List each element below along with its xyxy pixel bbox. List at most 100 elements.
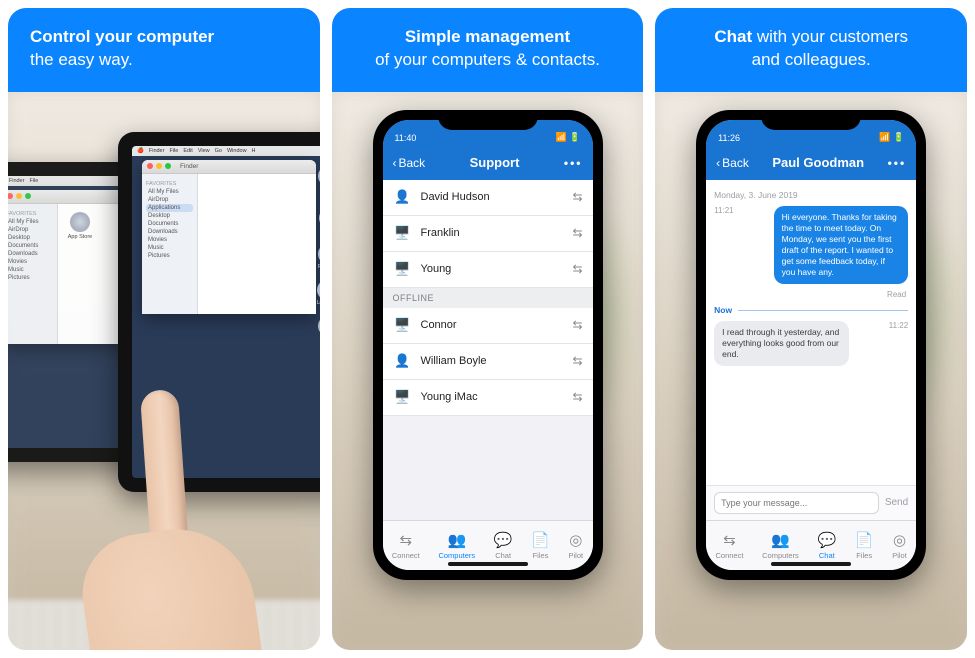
tab-computers[interactable]: 👥Computers <box>762 531 799 560</box>
read-receipt: Read <box>714 290 906 299</box>
banner-1-strong: Control your computer <box>30 27 214 46</box>
in-time: 11:22 <box>889 321 908 330</box>
status-time: 11:40 <box>395 133 417 143</box>
list-item[interactable]: 👤 David Hudson ⇆ <box>383 180 593 216</box>
offline-header: OFFLINE <box>383 288 593 308</box>
navbar-title: Support <box>470 155 520 170</box>
list-item[interactable]: 🖥️ Young iMac ⇆ <box>383 380 593 416</box>
home-indicator <box>448 562 528 566</box>
tab-files[interactable]: 📄Files <box>855 531 874 560</box>
list-item[interactable]: 🖥️ Connor ⇆ <box>383 308 593 344</box>
minimize-icon <box>16 193 22 199</box>
connect-icon[interactable]: ⇆ <box>572 354 582 368</box>
back-button[interactable]: ‹ Back <box>393 156 426 170</box>
connect-icon: ⇆ <box>400 531 413 549</box>
connect-icon[interactable]: ⇆ <box>572 318 582 332</box>
message-input[interactable] <box>714 492 879 514</box>
finder-sidebar: FAVORITES All My Files AirDrop Desktop D… <box>8 204 58 344</box>
chat-area[interactable]: Monday, 3. June 2019 11:21 Hi everyone. … <box>706 180 916 485</box>
pilot-icon: ◎ <box>893 531 906 549</box>
list-item[interactable]: 🖥️ Young ⇆ <box>383 252 593 288</box>
panel-chat: Chat with your customers and colleagues.… <box>655 8 967 650</box>
phone-mock-2: 11:40 📶 🔋 ‹ Back Support ••• 👤 David Hud… <box>373 110 603 580</box>
monitor-icon: 🖥️ <box>393 223 413 243</box>
dock-column: App Store Chess FaceTime Launchpad Photo… <box>318 166 320 458</box>
navbar-title: Paul Goodman <box>772 155 864 170</box>
monitor-icon: 🖥️ <box>393 387 413 407</box>
panel-management: Simple management of your computers & co… <box>332 8 644 650</box>
now-divider: Now <box>714 305 908 315</box>
files-icon: 📄 <box>531 531 550 549</box>
back-button[interactable]: ‹ Back <box>716 156 749 170</box>
connect-icon[interactable]: ⇆ <box>572 226 582 240</box>
contacts-list: 👤 David Hudson ⇆ 🖥️ Franklin ⇆ 🖥️ Young … <box>383 180 593 520</box>
banner-2: Simple management of your computers & co… <box>332 8 644 92</box>
notch <box>438 110 538 130</box>
panel-control: Control your computer the easy way. 🍎 Fi… <box>8 8 320 650</box>
chevron-left-icon: ‹ <box>716 156 720 170</box>
connect-icon: ⇆ <box>723 531 736 549</box>
files-icon: 📄 <box>855 531 874 549</box>
navbar: ‹ Back Paul Goodman ••• <box>706 146 916 180</box>
composer: Send <box>706 485 916 520</box>
menubar-front: 🍎 Finder File Edit View Go Window H <box>132 146 320 156</box>
tab-pilot[interactable]: ◎Pilot <box>569 531 584 560</box>
status-icons: 📶 🔋 <box>879 132 904 143</box>
banner-1: Control your computer the easy way. <box>8 8 320 92</box>
finder-sidebar-front: FAVORITES All My Files AirDrop Applicati… <box>142 174 198 314</box>
banner-3: Chat with your customers and colleagues. <box>655 8 967 92</box>
more-icon[interactable]: ••• <box>564 156 583 170</box>
computers-icon: 👥 <box>447 531 466 549</box>
phone-screen-2: 11:40 📶 🔋 ‹ Back Support ••• 👤 David Hud… <box>383 120 593 570</box>
tab-connect[interactable]: ⇆Connect <box>392 531 420 560</box>
hand-illustration <box>68 390 268 650</box>
tab-files[interactable]: 📄Files <box>531 531 550 560</box>
banner-2-rest: of your computers & contacts. <box>375 50 600 69</box>
dock-item: Chess <box>319 208 320 234</box>
palm <box>75 519 271 650</box>
dock-item: FaceTime <box>318 244 320 270</box>
phone-mock-3: 11:26 📶 🔋 ‹ Back Paul Goodman ••• Monday… <box>696 110 926 580</box>
date-header: Monday, 3. June 2019 <box>714 190 908 200</box>
home-indicator <box>771 562 851 566</box>
finder-titlebar-front: Finder <box>142 160 316 174</box>
banner-3-rest: and colleagues. <box>752 50 871 69</box>
monitor-icon: 🖥️ <box>393 259 413 279</box>
connect-icon[interactable]: ⇆ <box>572 390 582 404</box>
chat-icon: 💬 <box>817 531 836 549</box>
tab-connect[interactable]: ⇆Connect <box>716 531 744 560</box>
list-item[interactable]: 👤 William Boyle ⇆ <box>383 344 593 380</box>
finder-content-front <box>198 174 316 314</box>
computers-icon: 👥 <box>771 531 790 549</box>
connect-icon[interactable]: ⇆ <box>572 190 582 204</box>
zoom-icon <box>165 163 171 169</box>
close-icon <box>147 163 153 169</box>
zoom-icon <box>25 193 31 199</box>
panel-2-body: 11:40 📶 🔋 ‹ Back Support ••• 👤 David Hud… <box>332 92 644 650</box>
phone-screen-3: 11:26 📶 🔋 ‹ Back Paul Goodman ••• Monday… <box>706 120 916 570</box>
more-icon[interactable]: ••• <box>888 156 907 170</box>
message-incoming: I read through it yesterday, and everyth… <box>714 321 849 366</box>
app-icon: App Store <box>66 212 94 240</box>
send-button[interactable]: Send <box>885 497 908 508</box>
dock-item: App Store <box>318 166 320 198</box>
connect-icon[interactable]: ⇆ <box>572 262 582 276</box>
tab-pilot[interactable]: ◎Pilot <box>892 531 907 560</box>
banner-3-strong: Chat <box>714 27 752 46</box>
tab-computers[interactable]: 👥Computers <box>438 531 475 560</box>
out-time: 11:21 <box>714 206 733 215</box>
person-icon: 👤 <box>393 187 413 207</box>
dock-item: Photo Booth <box>318 316 320 348</box>
chat-icon: 💬 <box>494 531 513 549</box>
message-outgoing: Hi everyone. Thanks for taking the time … <box>774 206 909 284</box>
panel-3-body: 11:26 📶 🔋 ‹ Back Paul Goodman ••• Monday… <box>655 92 967 650</box>
tab-chat[interactable]: 💬Chat <box>494 531 513 560</box>
list-item[interactable]: 🖥️ Franklin ⇆ <box>383 216 593 252</box>
status-time: 11:26 <box>718 133 740 143</box>
dock-item: Launchpad <box>317 280 320 306</box>
finder-window-front: Finder FAVORITES All My Files AirDrop Ap… <box>142 160 316 314</box>
tab-chat[interactable]: 💬Chat <box>817 531 836 560</box>
pilot-icon: ◎ <box>569 531 582 549</box>
person-icon: 👤 <box>393 351 413 371</box>
close-icon <box>8 193 13 199</box>
